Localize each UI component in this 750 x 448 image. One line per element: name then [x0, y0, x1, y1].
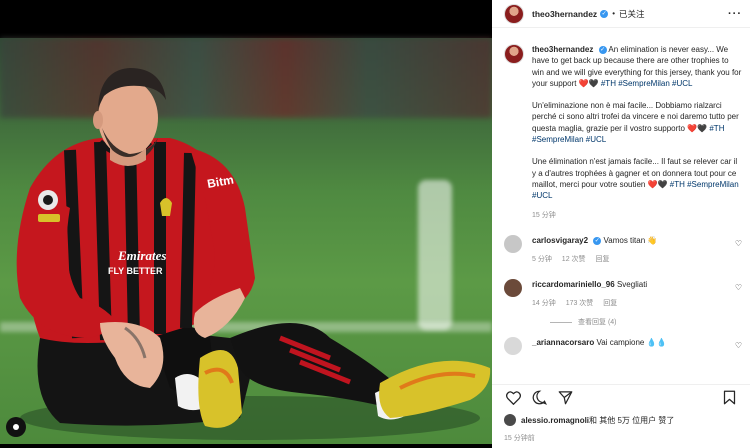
verified-badge-icon: ✓	[598, 45, 607, 54]
comment-username[interactable]: carlosvigaray2	[532, 236, 588, 245]
post-viewer: Emirates FLY BETTER Bitm theo3hernandez …	[0, 0, 750, 448]
comment-body: carlosvigaray2 ✓ Vamos titan 👋 5 分钟 12 次…	[532, 235, 728, 265]
player-illustration: Emirates FLY BETTER Bitm	[16, 68, 491, 440]
comment-likes[interactable]: 173 次赞	[566, 300, 594, 307]
verified-badge-icon: ✓	[600, 9, 609, 18]
likes-count-text[interactable]: 和 其他 5万 位用户 赞了	[589, 415, 674, 426]
liker-username[interactable]: alessio.romagnoli	[521, 416, 589, 425]
svg-text:FLY BETTER: FLY BETTER	[108, 266, 163, 276]
comment-likes[interactable]: 12 次赞	[562, 256, 586, 263]
comment-text: Svegliati	[616, 279, 648, 289]
post-caption: theo3hernandez ✓ An elimination is never…	[492, 38, 750, 221]
caption-username[interactable]: theo3hernandez	[532, 45, 593, 54]
comment-avatar[interactable]	[504, 234, 522, 253]
comment-reply-button[interactable]: 回复	[603, 300, 617, 307]
comment-reply-button[interactable]: 回复	[595, 256, 609, 263]
verified-badge-icon: ✓	[593, 236, 602, 245]
tag-people-icon[interactable]	[6, 417, 26, 437]
comment-like-heart-icon[interactable]: ♡	[735, 283, 742, 292]
caption-time: 15 分钟	[532, 211, 556, 219]
comment-like-heart-icon[interactable]: ♡	[735, 341, 742, 350]
caption-it-text: Un'eliminazione non è mai facile... Dobb…	[532, 101, 739, 133]
author-avatar[interactable]	[504, 3, 524, 24]
bookmark-icon[interactable]	[720, 389, 738, 407]
shirt-sponsor-text: Emirates	[117, 248, 166, 263]
comment-meta: 14 分钟 173 次赞 回复	[532, 298, 728, 309]
caption-avatar[interactable]	[504, 44, 524, 64]
more-options-icon[interactable]: ···	[728, 8, 742, 20]
comment-avatar[interactable]	[504, 278, 522, 297]
comment-text: Vai campione 💧💧	[596, 337, 667, 347]
caption-en: theo3hernandez ✓ An elimination is never…	[532, 44, 742, 89]
comment-body: _ariannacorsaro Vai campione 💧💧	[532, 337, 728, 355]
caption-it: Un'eliminazione non è mai facile... Dobb…	[532, 100, 742, 145]
comment-item: carlosvigaray2 ✓ Vamos titan 👋 5 分钟 12 次…	[492, 234, 750, 265]
comment-body: riccardomariniello_96 Svegliati 14 分钟 17…	[532, 279, 728, 309]
post-timestamp: 15 分钟前	[504, 435, 535, 442]
action-bar	[492, 384, 750, 410]
comment-icon[interactable]	[530, 389, 548, 407]
post-photo[interactable]: Emirates FLY BETTER Bitm	[0, 0, 492, 448]
comment-username[interactable]: riccardomariniello_96	[532, 280, 615, 289]
caption-body: theo3hernandez ✓ An elimination is never…	[532, 44, 742, 221]
comment-meta: 5 分钟 12 次赞 回复	[532, 254, 728, 265]
comment-username[interactable]: _ariannacorsaro	[532, 338, 594, 347]
comments-scroll-area[interactable]: theo3hernandez ✓ An elimination is never…	[492, 38, 750, 384]
author-username[interactable]: theo3hernandez	[532, 9, 597, 19]
post-header: theo3hernandez ✓ • 已关注 ···	[492, 0, 750, 28]
comment-time: 14 分钟	[532, 299, 556, 307]
caption-en-hashtags[interactable]: #TH #SempreMilan #UCL	[601, 79, 693, 88]
likes-summary: alessio.romagnoli 和 其他 5万 位用户 赞了	[504, 414, 674, 426]
caption-fr: Une élimination n'est jamais facile... I…	[532, 156, 742, 201]
view-replies-button[interactable]: 查看回复 (4)	[550, 317, 750, 327]
comment-time: 5 分钟	[532, 255, 552, 263]
comment-item: _ariannacorsaro Vai campione 💧💧 ♡	[492, 336, 750, 355]
comment-item: riccardomariniello_96 Svegliati 14 分钟 17…	[492, 278, 750, 309]
comment-like-heart-icon[interactable]: ♡	[735, 239, 742, 248]
separator-dot: •	[612, 9, 615, 18]
comment-avatar[interactable]	[504, 336, 522, 355]
liker-avatar[interactable]	[504, 414, 516, 426]
follow-status-button[interactable]: 已关注	[619, 8, 645, 20]
heart-icon[interactable]	[504, 389, 522, 407]
comment-text: Vamos titan 👋	[603, 235, 658, 245]
post-side-panel: theo3hernandez ✓ • 已关注 ··· theo3hernande…	[492, 0, 750, 448]
share-icon[interactable]	[556, 389, 574, 407]
